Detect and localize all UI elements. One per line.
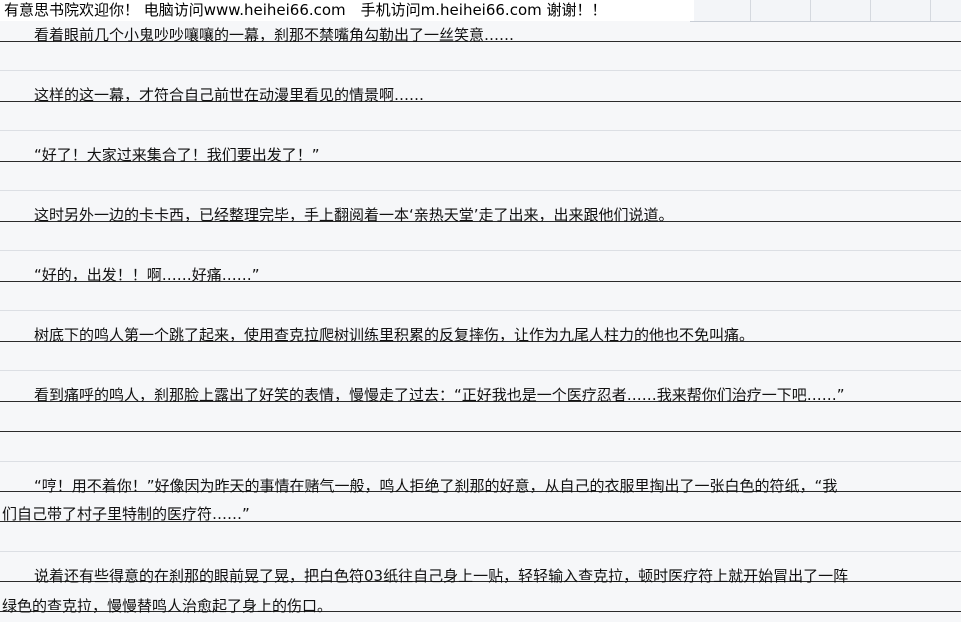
paragraph-line: 看到痛呼的鸣人，刹那脸上露出了好笑的表情，慢慢走了过去：“正好我也是一个医疗忍者… (34, 386, 845, 404)
paragraph-line: 这时另外一边的卡卡西，已经整理完毕，手上翻阅着一本‘亲热天堂’走了出来，出来跟他… (34, 206, 674, 224)
spreadsheet-header-strip (690, 0, 961, 22)
paragraph-line: “好了！大家过来集合了！我们要出发了！” (34, 146, 320, 164)
paragraph-line: 树底下的鸣人第一个跳了起来，使用查克拉爬树训练里积累的反复摔伤，让作为九尾人柱力… (34, 326, 755, 344)
paragraph-line: 这样的这一幕，才符合自己前世在动漫里看见的情景啊…… (34, 86, 425, 104)
document-sheet (0, 21, 961, 622)
paragraph-line: 绿色的查克拉，慢慢替鸣人治愈起了身上的伤口。 (2, 597, 333, 615)
paragraph-line: 看着眼前几个小鬼吵吵嚷嚷的一幕，刹那不禁嘴角勾勒出了一丝笑意…… (34, 26, 515, 44)
paragraph-line: “好的，出发！！啊……好痛……” (34, 266, 260, 284)
paragraph-line: “哼！用不着你！”好像因为昨天的事情在赌气一般，鸣人拒绝了刹那的好意，从自己的衣… (34, 477, 838, 495)
site-banner: 有意思书院欢迎你！ 电脑访问www.heihei66.com 手机访问m.hei… (0, 0, 694, 21)
paragraph-line: 说着还有些得意的在刹那的眼前晃了晃，把白色符03纸往自己身上一贴，轻轻输入查克拉… (34, 567, 849, 585)
paragraph-line: 们自己带了村子里特制的医疗符……” (2, 505, 250, 523)
